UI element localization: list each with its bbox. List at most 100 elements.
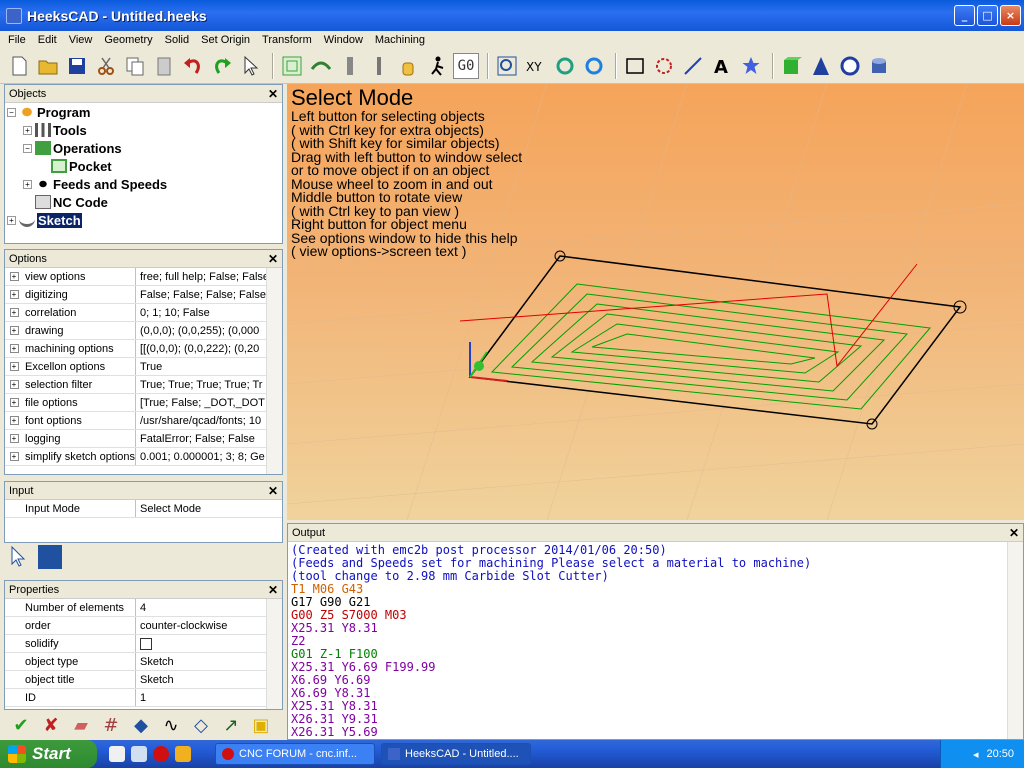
pocket-icon[interactable] bbox=[279, 53, 305, 79]
thumbs-up-icon[interactable] bbox=[395, 53, 421, 79]
expand-icon[interactable]: + bbox=[9, 434, 19, 443]
star-icon[interactable] bbox=[738, 53, 764, 79]
network-icon[interactable]: ◂ bbox=[973, 748, 979, 761]
output-scrollbar[interactable] bbox=[1007, 542, 1023, 739]
task-heekscad[interactable]: HeeksCAD - Untitled.... bbox=[381, 743, 531, 765]
zoom-window-icon[interactable] bbox=[494, 53, 520, 79]
option-row[interactable]: + font options/usr/share/qcad/fonts; 10 bbox=[5, 412, 266, 430]
expand-icon[interactable]: + bbox=[23, 125, 32, 135]
solidify-checkbox[interactable] bbox=[140, 637, 152, 650]
view-xy-icon[interactable]: XY bbox=[523, 53, 549, 79]
graphics-viewport[interactable]: Select Mode Left button for selecting ob… bbox=[287, 84, 1024, 520]
redo-icon[interactable] bbox=[209, 53, 235, 79]
start-button[interactable]: Start bbox=[0, 740, 97, 768]
tree-item-sketch[interactable]: + Sketch bbox=[5, 211, 282, 229]
menu-transform[interactable]: Transform bbox=[256, 34, 318, 46]
cut-icon[interactable] bbox=[93, 53, 119, 79]
pick-cursor-icon[interactable] bbox=[38, 545, 62, 569]
sphere-icon[interactable] bbox=[837, 53, 863, 79]
expand-icon[interactable]: + bbox=[9, 290, 19, 299]
diamond-icon[interactable]: ◇ bbox=[188, 713, 214, 739]
text-icon[interactable]: A bbox=[709, 53, 735, 79]
sketch-outline[interactable] bbox=[468, 255, 962, 425]
option-row[interactable]: + simplify sketch options 0.001; 0.000001;… bbox=[5, 448, 266, 466]
paste-icon[interactable] bbox=[151, 53, 177, 79]
opera-icon[interactable] bbox=[153, 746, 169, 762]
properties-scrollbar[interactable] bbox=[266, 599, 282, 709]
option-row[interactable]: + correlation 0; 1; 10; False bbox=[5, 304, 266, 322]
grid-icon[interactable]: # bbox=[98, 713, 124, 739]
expand-icon[interactable]: + bbox=[9, 326, 19, 335]
fit-view-icon[interactable] bbox=[552, 53, 578, 79]
expand-icon[interactable]: + bbox=[23, 179, 32, 189]
cancel-x-icon[interactable]: ✘ bbox=[38, 713, 64, 739]
close-icon[interactable]: ✕ bbox=[268, 87, 278, 101]
profile-icon[interactable] bbox=[308, 53, 334, 79]
check-icon[interactable]: ✔ bbox=[8, 713, 34, 739]
running-man-icon[interactable] bbox=[424, 53, 450, 79]
new-file-icon[interactable] bbox=[6, 53, 32, 79]
collapse-icon[interactable]: − bbox=[7, 107, 16, 117]
explorer-icon[interactable] bbox=[109, 746, 125, 762]
menu-geometry[interactable]: Geometry bbox=[98, 34, 158, 46]
minimize-button[interactable]: _ bbox=[954, 5, 975, 26]
tree-item-nc-code[interactable]: NC Code bbox=[5, 193, 282, 211]
option-row[interactable]: + Excellon options True bbox=[5, 358, 266, 376]
notepad-icon[interactable] bbox=[131, 746, 147, 762]
task-cnc-forum[interactable]: CNC FORUM - cnc.inf... bbox=[215, 743, 375, 765]
tree-item-tools[interactable]: + Tools bbox=[5, 121, 282, 139]
eraser-icon[interactable]: ▰ bbox=[68, 713, 94, 739]
option-row[interactable]: + file options [True; False; _DOT,_DOT bbox=[5, 394, 266, 412]
input-mode-row[interactable]: Input Mode Select Mode bbox=[5, 500, 282, 518]
tree-item-operations[interactable]: − Operations bbox=[5, 139, 282, 157]
tree-item-pocket[interactable]: Pocket bbox=[5, 157, 282, 175]
collapse-icon[interactable]: − bbox=[23, 143, 32, 153]
maximize-button[interactable]: □ bbox=[977, 5, 998, 26]
menu-view[interactable]: View bbox=[63, 34, 99, 46]
property-row[interactable]: solidify bbox=[5, 635, 266, 653]
cone-icon[interactable] bbox=[808, 53, 834, 79]
redraw-icon[interactable] bbox=[581, 53, 607, 79]
nc-code-output[interactable]: (Created with emc2b post processor 2014/… bbox=[288, 542, 1023, 739]
select-cursor-icon[interactable] bbox=[8, 545, 32, 569]
menu-machining[interactable]: Machining bbox=[369, 34, 431, 46]
option-row[interactable]: + view options free; full help; False; Fal… bbox=[5, 268, 266, 286]
frame-icon[interactable]: ▣ bbox=[248, 713, 274, 739]
expand-icon[interactable]: + bbox=[9, 398, 19, 407]
option-row[interactable]: + digitizing False; False; False; False; bbox=[5, 286, 266, 304]
curve-icon[interactable]: ∿ bbox=[158, 713, 184, 739]
circle-icon[interactable] bbox=[651, 53, 677, 79]
close-icon[interactable]: ✕ bbox=[268, 583, 278, 597]
select-arrow-icon[interactable] bbox=[238, 53, 264, 79]
close-button[interactable]: × bbox=[1000, 5, 1021, 26]
property-row[interactable]: object type Sketch bbox=[5, 653, 266, 671]
options-scrollbar[interactable] bbox=[266, 268, 282, 474]
save-icon[interactable] bbox=[64, 53, 90, 79]
property-row[interactable]: Number of elements 4 bbox=[5, 599, 266, 617]
option-row[interactable]: + logging FatalError; False; False bbox=[5, 430, 266, 448]
g0-button[interactable]: G0 bbox=[453, 53, 479, 79]
property-row[interactable]: object title Sketch bbox=[5, 671, 266, 689]
cylinder-icon[interactable] bbox=[866, 53, 892, 79]
menu-set-origin[interactable]: Set Origin bbox=[195, 34, 256, 46]
option-row[interactable]: + drawing (0,0,0); (0,0,255); (0,000 bbox=[5, 322, 266, 340]
open-folder-icon[interactable] bbox=[35, 53, 61, 79]
undo-icon[interactable] bbox=[180, 53, 206, 79]
cube-icon[interactable] bbox=[779, 53, 805, 79]
rectangle-icon[interactable] bbox=[622, 53, 648, 79]
menu-window[interactable]: Window bbox=[318, 34, 369, 46]
expand-icon[interactable]: + bbox=[9, 308, 19, 317]
close-icon[interactable]: ✕ bbox=[1009, 526, 1019, 540]
tree-item-program[interactable]: − Program bbox=[5, 103, 282, 121]
option-row[interactable]: + machining options [[(0,0,0); (0,0,222); … bbox=[5, 340, 266, 358]
option-row[interactable]: + selection filter True; True; True; True;… bbox=[5, 376, 266, 394]
media-icon[interactable] bbox=[175, 746, 191, 762]
expand-icon[interactable]: + bbox=[9, 380, 19, 389]
chart-icon[interactable]: ↗ bbox=[218, 713, 244, 739]
copy-icon[interactable] bbox=[122, 53, 148, 79]
cutter-icon[interactable] bbox=[366, 53, 392, 79]
menu-solid[interactable]: Solid bbox=[159, 34, 195, 46]
close-icon[interactable]: ✕ bbox=[268, 252, 278, 266]
expand-icon[interactable]: + bbox=[9, 452, 19, 461]
property-row[interactable]: order counter-clockwise bbox=[5, 617, 266, 635]
